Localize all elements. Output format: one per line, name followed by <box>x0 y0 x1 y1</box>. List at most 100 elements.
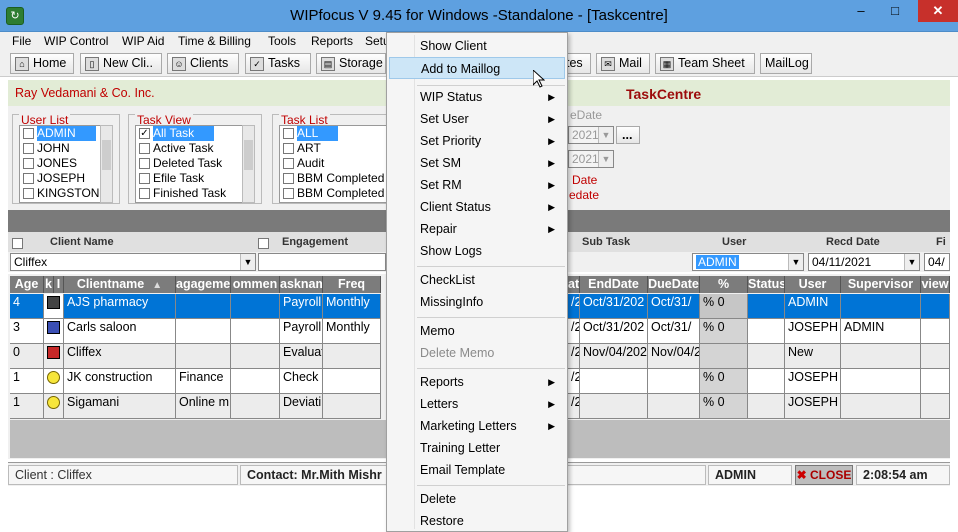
menu-reports[interactable]: Reports ▶ <box>389 371 565 393</box>
scroll-thumb[interactable] <box>102 140 111 170</box>
list-item[interactable]: BBM Completed <box>280 171 391 186</box>
scroll-thumb[interactable] <box>244 140 253 170</box>
clients-button[interactable]: ☺ Clients <box>167 53 239 74</box>
duedate-option-label[interactable]: edate <box>569 188 599 202</box>
scrollbar[interactable] <box>242 125 255 203</box>
col-duedate[interactable]: DueDate <box>648 276 700 293</box>
user-list[interactable]: ADMIN JOHN JONES JOSEPH KINGSTON <box>19 125 101 203</box>
list-item[interactable]: JOHN <box>20 141 100 156</box>
notes-button[interactable]: tes <box>565 53 591 74</box>
list-item[interactable]: ALL <box>280 126 391 141</box>
checkbox[interactable] <box>23 143 34 154</box>
menu-restore[interactable]: Restore <box>389 510 565 532</box>
checkbox[interactable] <box>23 173 34 184</box>
menu-tools[interactable]: Tools <box>268 34 296 48</box>
checkbox[interactable] <box>139 173 150 184</box>
list-item[interactable]: BBM Completed <box>280 186 391 201</box>
col-status[interactable]: Status <box>748 276 785 293</box>
checkbox[interactable] <box>23 128 34 139</box>
close-window-button[interactable]: ✕ <box>918 0 958 22</box>
maillog-button[interactable]: MailLog <box>760 53 812 74</box>
list-item[interactable]: Finished Task <box>136 186 242 201</box>
list-item[interactable]: JONES <box>20 156 100 171</box>
menu-set-priority[interactable]: Set Priority ▶ <box>389 130 565 152</box>
fi-date-select[interactable]: 04/ <box>924 253 950 271</box>
menu-file[interactable]: File <box>12 34 31 48</box>
col-freq[interactable]: Freq <box>323 276 381 293</box>
checkbox[interactable] <box>283 173 294 184</box>
col-view[interactable]: view <box>921 276 950 293</box>
maximize-button[interactable]: □ <box>880 0 910 22</box>
menu-wip-control[interactable]: WIP Control <box>44 34 108 48</box>
menu-show-client[interactable]: Show Client <box>389 35 565 57</box>
list-item[interactable]: ✓ All Task <box>136 126 242 141</box>
client-checkbox[interactable] <box>12 238 23 249</box>
col-startdate[interactable]: at <box>568 276 580 293</box>
checkbox-checked[interactable]: ✓ <box>139 128 150 139</box>
task-view-list[interactable]: ✓ All Task Active Task Deleted Task Efile… <box>135 125 243 203</box>
recd-date-select[interactable]: 04/11/2021 ▼ <box>808 253 920 271</box>
col-age[interactable]: Age <box>10 276 44 293</box>
checkbox[interactable] <box>139 143 150 154</box>
due-date-from[interactable]: 2021 ▼ <box>568 126 614 144</box>
menu-letters[interactable]: Letters ▶ <box>389 393 565 415</box>
due-date-to[interactable]: 2021 ▼ <box>568 150 614 168</box>
menu-marketing-letters[interactable]: Marketing Letters ▶ <box>389 415 565 437</box>
col-taskname[interactable]: asknam <box>280 276 323 293</box>
menu-reports[interactable]: Reports <box>311 34 353 48</box>
col-user[interactable]: User <box>785 276 841 293</box>
user-select[interactable]: ADMIN ▼ <box>692 253 804 271</box>
storage-button[interactable]: ▤ Storage <box>316 53 386 74</box>
client-name-select[interactable]: Cliffex ▼ <box>10 253 256 271</box>
menu-email-template[interactable]: Email Template <box>389 459 565 481</box>
menu-training-letter[interactable]: Training Letter <box>389 437 565 459</box>
list-item[interactable]: Active Task <box>136 141 242 156</box>
engagement-checkbox[interactable] <box>258 238 269 249</box>
home-button[interactable]: ⌂ Home <box>10 53 74 74</box>
task-list[interactable]: ALL ART Audit BBM Completed BBM Complete… <box>279 125 392 203</box>
menu-time-billing[interactable]: Time & Billing <box>178 34 251 48</box>
checkbox[interactable] <box>23 158 34 169</box>
menu-delete[interactable]: Delete <box>389 488 565 510</box>
menu-show-logs[interactable]: Show Logs <box>389 240 565 262</box>
menu-set-user[interactable]: Set User ▶ <box>389 108 565 130</box>
menu-missinginfo[interactable]: MissingInfo <box>389 291 565 313</box>
checkbox[interactable] <box>283 158 294 169</box>
minimize-button[interactable]: – <box>846 0 876 22</box>
list-item[interactable]: Audit <box>280 156 391 171</box>
checkbox[interactable] <box>139 158 150 169</box>
checkbox[interactable] <box>283 188 294 199</box>
tasks-button[interactable]: ✓ Tasks <box>245 53 311 74</box>
date-option-label[interactable]: Date <box>572 173 597 187</box>
chevron-down-icon[interactable]: ▼ <box>240 254 255 270</box>
checkbox[interactable] <box>283 143 294 154</box>
engagement-select[interactable] <box>258 253 386 271</box>
menu-checklist[interactable]: CheckList <box>389 269 565 291</box>
checkbox[interactable] <box>283 128 294 139</box>
chevron-down-icon[interactable]: ▼ <box>788 254 803 270</box>
due-date-browse-button[interactable]: ... <box>616 126 640 144</box>
col-clientname[interactable]: Clientname ▲ <box>64 276 176 293</box>
list-item[interactable]: ADMIN <box>20 126 100 141</box>
close-button[interactable]: ✖ CLOSE <box>795 465 853 485</box>
mail-button[interactable]: ✉ Mail <box>596 53 650 74</box>
col-percent[interactable]: % <box>700 276 748 293</box>
list-item[interactable]: JOSEPH <box>20 171 100 186</box>
menu-set-sm[interactable]: Set SM ▶ <box>389 152 565 174</box>
team-sheet-button[interactable]: ▦ Team Sheet <box>655 53 755 74</box>
new-client-button[interactable]: ▯ New Cli.. <box>80 53 162 74</box>
col-comment[interactable]: ommen <box>231 276 280 293</box>
menu-repair[interactable]: Repair ▶ <box>389 218 565 240</box>
menu-memo[interactable]: Memo <box>389 320 565 342</box>
checkbox[interactable] <box>139 188 150 199</box>
col-supervisor[interactable]: Supervisor <box>841 276 921 293</box>
chevron-down-icon[interactable]: ▼ <box>598 151 613 167</box>
list-item[interactable]: Efile Task <box>136 171 242 186</box>
chevron-down-icon[interactable]: ▼ <box>904 254 919 270</box>
menu-wip-aid[interactable]: WIP Aid <box>122 34 164 48</box>
col-k[interactable]: k <box>44 276 54 293</box>
menu-set-rm[interactable]: Set RM ▶ <box>389 174 565 196</box>
checkbox[interactable] <box>23 188 34 199</box>
col-engagement[interactable]: agageme <box>176 276 231 293</box>
scrollbar[interactable] <box>100 125 113 203</box>
